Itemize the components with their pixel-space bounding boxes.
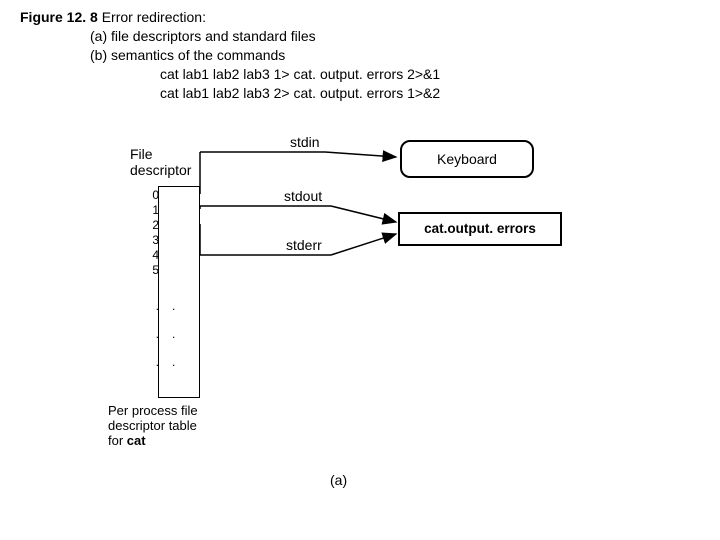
fd-row: 3 [145,233,159,247]
fd-row: . [145,355,159,369]
fd-row: 2 [145,218,159,232]
fd-caption-for: for [108,433,127,448]
figure-label: Figure 12. 8 [20,9,98,25]
stdout-label: stdout [284,188,322,204]
subfigure-label: (a) [330,472,347,488]
fd-caption-l2: descriptor table [108,418,197,433]
fd-row: . [145,299,159,313]
fd-table-caption: Per process file descriptor table for ca… [108,404,258,449]
fd-col-dot: . [172,355,175,369]
figure-title: Error redirection: [102,9,206,25]
caption-line-a: (a) file descriptors and standard files [90,27,440,46]
fd-row: 4 [145,248,159,262]
caption-line-b: (b) semantics of the commands [90,46,440,65]
caption-cmd-2: cat lab1 lab2 lab3 2> cat. output. error… [160,84,440,103]
fd-row: 1 [145,203,159,217]
fd-label-line2: descriptor [130,162,191,178]
fd-row: 0 [145,188,159,202]
caption-cmd-1: cat lab1 lab2 lab3 1> cat. output. error… [160,65,440,84]
figure-caption: Figure 12. 8 Error redirection: (a) file… [20,8,440,102]
fd-caption-l1: Per process file [108,403,198,418]
stdin-label: stdin [290,134,320,150]
stderr-label: stderr [286,237,322,253]
fd-row: 5 [145,263,159,277]
fd-col-dot: . [172,299,175,313]
fd-col-dot: . [172,327,175,341]
file-descriptor-table: 0 1 2 3 4 5 . . . . . . [158,186,200,398]
fd-row: . [145,327,159,341]
file-descriptor-label: File descriptor [130,146,220,178]
diagram-area: File descriptor 0 1 2 3 4 5 . . . . . . … [90,140,650,510]
output-file-box: cat.output. errors [398,212,562,246]
fd-caption-cat: cat [127,433,146,448]
fd-label-line1: File [130,146,153,162]
keyboard-box: Keyboard [400,140,534,178]
